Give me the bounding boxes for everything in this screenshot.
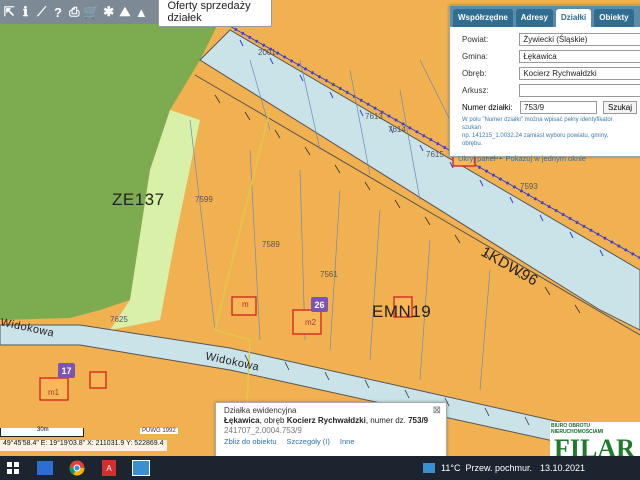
parcel-label: 7593: [520, 182, 538, 191]
county-label: Powiat:: [462, 35, 489, 44]
weather-text: Przew. pochmur.: [465, 463, 532, 473]
precinct-select[interactable]: Kocierz Rychwałdzki: [519, 67, 640, 80]
commune-select[interactable]: Łękawica: [519, 50, 640, 63]
parcel-number-label: Numer działki:: [462, 103, 513, 112]
settings-icon[interactable]: ✱: [102, 3, 116, 21]
popup-title: Działka ewidencyjna: [224, 406, 297, 415]
clock[interactable]: 13.10.2021: [540, 463, 640, 473]
popup-number-prefix: , numer dz.: [365, 416, 409, 425]
precinct-row: Obręb: Kocierz Rychwałdzki: [450, 65, 640, 82]
sheet-row: Arkusz:: [450, 82, 640, 99]
popup-precinct: Kocierz Rychwałdzki: [286, 416, 366, 425]
parcel-label: 7615: [426, 150, 444, 159]
details-link[interactable]: Szczegóły (I): [287, 437, 330, 446]
parcel-number-input[interactable]: 753/9: [520, 101, 597, 114]
parcel-label: 7625: [110, 315, 128, 324]
pan-icon[interactable]: ⇱: [2, 3, 16, 21]
search-button[interactable]: Szukaj: [603, 101, 638, 114]
search-panel: Współrzędne Adresy Działki Obiekty Powia…: [449, 5, 640, 163]
windows-start-icon[interactable]: [0, 456, 26, 480]
county-row: Powiat: Żywiecki (Śląskie): [450, 31, 640, 48]
hint-text-1: W polu "Numer działki" można wpisać pełn…: [462, 117, 613, 131]
popup-separator: , obręb: [259, 416, 287, 425]
parcel-number-row: Numer działki: 753/9 Szukaj: [450, 99, 640, 116]
tab-parcels[interactable]: Działki: [555, 9, 592, 27]
single-window-link[interactable]: Pokazuj w jednym oknie: [506, 154, 586, 163]
parcel-popup: ⊠ Działka ewidencyjna Łękawica, obręb Ko…: [215, 402, 447, 462]
hide-panel-link[interactable]: Ukryj panel: [458, 154, 496, 163]
info-icon[interactable]: ℹ: [18, 3, 32, 21]
scale-label: 30m: [37, 427, 49, 433]
parcel-label: 2001: [258, 48, 276, 57]
commune-row: Gmina: Łękawica: [450, 48, 640, 65]
layers-icon[interactable]: ⛰: [118, 3, 132, 21]
panel-links: Ukryj panel Pokazuj w jednym oknie: [450, 148, 640, 169]
tab-objects[interactable]: Obiekty: [594, 9, 634, 27]
parcel-label: 7589: [262, 240, 280, 249]
sheet-select[interactable]: [519, 84, 640, 97]
tab-coordinates[interactable]: Współrzędne: [453, 9, 513, 27]
panel-tabs: Współrzędne Adresy Działki Obiekty: [450, 6, 640, 27]
tab-addresses[interactable]: Adresy: [515, 9, 553, 27]
popup-links: Zbliż do obiektu Szczegóły (I) Inne: [216, 435, 446, 448]
commune-label: Gmina:: [462, 52, 488, 61]
parcel-label: 7613: [365, 112, 383, 121]
pdf-icon[interactable]: A: [96, 456, 122, 480]
sheet-label: Arkusz:: [462, 86, 489, 95]
county-select[interactable]: Żywiecki (Śląskie): [519, 33, 640, 46]
parcel-label: 7561: [320, 270, 338, 279]
chrome-icon[interactable]: [64, 456, 90, 480]
popup-place: Łękawica: [224, 416, 260, 425]
zone-label-emn: EMN19: [372, 302, 432, 321]
map-toolbar: ⇱ ℹ ⟋ ? ⎙ 🛒 ✱ ⛰ ▲ Oferty sprzedaży dział…: [0, 0, 272, 27]
zone-label-ze: ZE137: [112, 190, 165, 209]
building-label: m1: [48, 388, 60, 397]
measure-icon[interactable]: ⟋: [35, 3, 49, 21]
offers-button[interactable]: Oferty sprzedaży działek: [158, 0, 272, 27]
parcel-badge: 17: [58, 363, 75, 378]
crs-label: PUWG 1992: [140, 428, 178, 434]
building-label: m2: [305, 318, 317, 327]
parcel-badge: 26: [311, 297, 328, 312]
popup-description: Łękawica, obręb Kocierz Rychwałdzki, num…: [216, 415, 446, 426]
coordinate-readout: 49°45'58.4" E: 19°19'03.8" X: 211031.9 Y…: [0, 440, 167, 451]
parcel-label: 7599: [195, 195, 213, 204]
photos-icon[interactable]: [128, 456, 154, 480]
building-label: m: [242, 300, 249, 309]
close-icon[interactable]: ⊠: [433, 405, 441, 416]
taskbar: A 11°C Przew. pochmur. 13.10.2021: [0, 456, 640, 480]
parcel-label: 7614: [388, 125, 406, 134]
scale-bar: 30m: [0, 427, 84, 437]
popup-id: 241707_2.0004.753/9: [224, 426, 302, 435]
terrain-icon[interactable]: ▲: [134, 3, 148, 21]
zoom-to-object-link[interactable]: Zbliż do obiektu: [224, 437, 277, 446]
popup-number: 753/9: [408, 416, 429, 425]
help-icon[interactable]: ?: [51, 3, 65, 21]
weather-icon: [423, 463, 436, 473]
cart-icon[interactable]: 🛒: [83, 3, 99, 21]
system-tray: 11°C Przew. pochmur. 13.10.2021: [423, 456, 640, 480]
hint-text-2: np. 141215_1.0032.24 zamiast wyboru powi…: [462, 133, 609, 147]
temperature: 11°C: [441, 463, 461, 473]
print-icon[interactable]: ⎙: [67, 3, 81, 21]
app-icon-blue[interactable]: [32, 456, 58, 480]
precinct-label: Obręb:: [462, 69, 487, 78]
other-link[interactable]: Inne: [340, 437, 355, 446]
